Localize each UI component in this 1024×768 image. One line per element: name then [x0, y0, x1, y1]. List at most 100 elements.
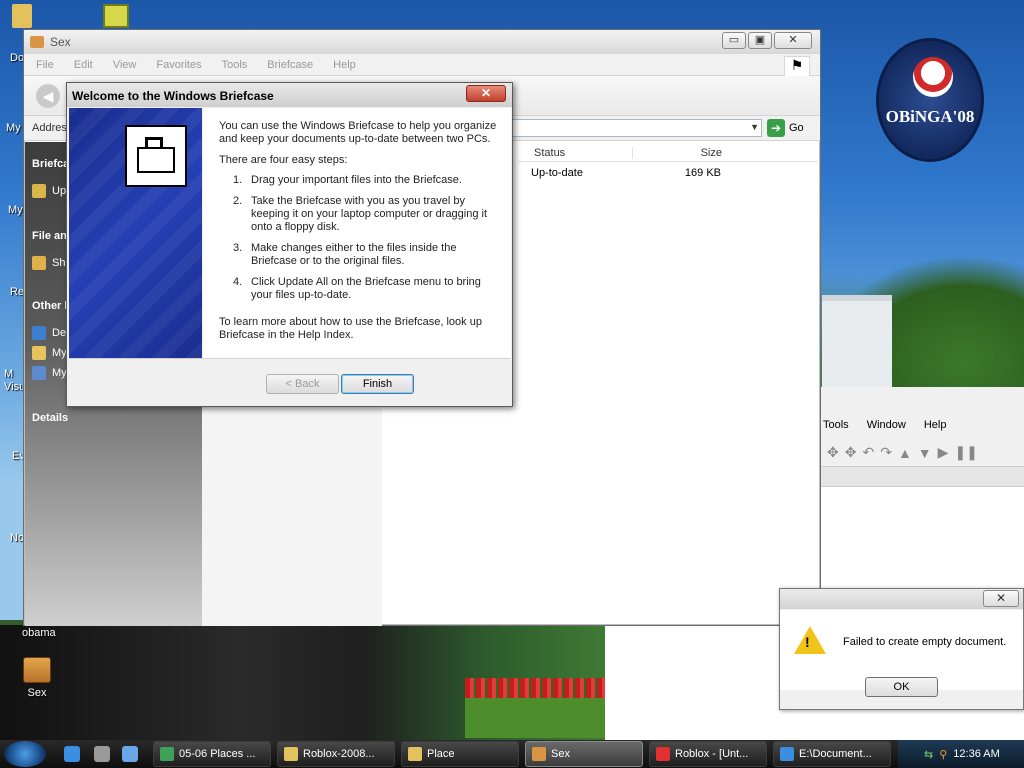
taskbar-button-label: E:\Document... [799, 748, 872, 760]
message-titlebar[interactable]: ✕ [780, 589, 1023, 609]
logo-emblem [913, 57, 953, 97]
taskbar-button-label: 05-06 Places ... [179, 748, 256, 760]
pause-icon[interactable]: ❚❚ [954, 444, 977, 461]
message-text: Failed to create empty document. [843, 636, 1007, 648]
go-label: Go [789, 122, 804, 134]
file-status: Up-to-date [531, 167, 583, 179]
back-button[interactable]: < Back [266, 374, 339, 394]
move-icon[interactable]: ✥ [827, 444, 839, 461]
briefcase-handle [145, 137, 163, 147]
taskpane-item-mycomputer[interactable]: My [32, 366, 67, 380]
play-icon[interactable]: ▶ [938, 444, 949, 461]
taskpane-item-desktop[interactable]: De [32, 326, 66, 340]
taskbar-button-roblox-folder[interactable]: Roblox-2008... [277, 741, 395, 767]
down-icon[interactable]: ▼ [918, 445, 932, 461]
finish-button[interactable]: Finish [341, 374, 414, 394]
column-size[interactable]: Size [633, 147, 728, 159]
desktop-label-my-1[interactable]: My [6, 122, 21, 134]
menu-window[interactable]: Window [867, 419, 906, 431]
explorer-titlebar[interactable]: Sex ▭ ▣ ✕ [24, 30, 820, 54]
address-input[interactable]: ▼ [509, 119, 762, 137]
taskbar-button-roblox-studio[interactable]: Roblox - [Unt... [649, 741, 767, 767]
system-tray: ⇆ ⚲ 12:36 AM [898, 740, 1024, 768]
desktop-label-no[interactable]: No [10, 532, 24, 544]
desktop-label-re[interactable]: Re [10, 286, 24, 298]
taskpane-section-file[interactable]: File an [32, 230, 67, 242]
desktop-icon-app[interactable] [100, 4, 132, 32]
start-button[interactable] [4, 741, 46, 767]
column-status[interactable]: Status [518, 146, 633, 159]
caption-buttons: ▭ ▣ ✕ [722, 32, 812, 49]
ie-icon[interactable] [64, 746, 80, 762]
menu-help[interactable]: Help [333, 59, 356, 71]
network-icon[interactable]: ⇆ [924, 748, 933, 761]
rotate-right-icon[interactable]: ↷ [880, 444, 892, 461]
menu-help[interactable]: Help [924, 419, 947, 431]
taskbar-button-place[interactable]: Place [401, 741, 519, 767]
roblox-window[interactable]: Tools Window Help ✥ ✥ ↶ ↷ ▲ ▼ ▶ ❚❚ [820, 387, 1024, 597]
roblox-titlebar[interactable] [821, 387, 1024, 411]
window-switch-icon[interactable] [122, 746, 138, 762]
roblox-icon [656, 747, 670, 761]
campaign-logo: OBiNGA'08 [876, 38, 984, 162]
taskpane-item-label: Sh [52, 257, 66, 269]
menu-favorites[interactable]: Favorites [156, 59, 201, 71]
taskpane-item-mydocs[interactable]: My [32, 346, 67, 360]
scale-icon[interactable]: ✥ [845, 444, 857, 461]
taskpane-item-share[interactable]: Sh [32, 256, 65, 270]
tools-icon[interactable] [94, 746, 110, 762]
up-icon[interactable]: ▲ [898, 445, 912, 461]
menu-view[interactable]: View [113, 59, 137, 71]
step-text: Make changes either to the files inside … [251, 242, 457, 267]
taskbar-button-documents[interactable]: E:\Document... [773, 741, 891, 767]
wizard-banner [69, 108, 202, 358]
message-close-button[interactable]: ✕ [983, 590, 1019, 607]
minimize-button[interactable]: ▭ [722, 32, 746, 49]
briefcase-icon [23, 657, 51, 683]
desktop-icon-folder[interactable] [2, 4, 42, 32]
file-list-header: Status Size [518, 144, 818, 162]
menu-edit[interactable]: Edit [74, 59, 93, 71]
briefcase-wizard-dialog[interactable]: Welcome to the Windows Briefcase ✕ You c… [66, 82, 513, 407]
step-number: 3. [233, 242, 243, 254]
search-icon[interactable]: ⚲ [939, 748, 947, 761]
desktop-label-do[interactable]: Do [10, 52, 24, 64]
dropdown-arrow-icon[interactable]: ▼ [750, 122, 759, 132]
step-number: 1. [233, 174, 243, 186]
rotate-left-icon[interactable]: ↶ [862, 444, 874, 461]
taskpane-section-details[interactable]: Details [32, 412, 68, 424]
menu-tools[interactable]: Tools [222, 59, 248, 71]
taskpane-item-label: My [52, 367, 67, 379]
globe-icon [160, 747, 174, 761]
taskpane-item-label: De [52, 327, 67, 339]
wizard-intro: You can use the Windows Briefcase to hel… [219, 120, 497, 145]
wizard-step: 4. Click Update All on the Briefcase men… [219, 276, 511, 302]
go-button[interactable]: ➔ Go [767, 119, 804, 137]
explorer-title: Sex [50, 35, 71, 49]
menu-tools[interactable]: Tools [823, 419, 849, 431]
taskbar-button-label: Roblox-2008... [303, 748, 375, 760]
desktop-label-obama[interactable]: obama [22, 627, 56, 639]
desktop-icon-sex-briefcase[interactable]: Sex [2, 657, 72, 699]
taskbar-button-sex[interactable]: Sex [525, 741, 643, 767]
explorer-menubar: File Edit View Favorites Tools Briefcase… [24, 54, 820, 76]
dialog-close-button[interactable]: ✕ [466, 85, 506, 102]
menu-briefcase[interactable]: Briefcase [267, 59, 313, 71]
file-row[interactable]: Up-to-date 169 KB [518, 164, 818, 182]
taskpane-section-other[interactable]: Other l [32, 300, 67, 312]
back-button[interactable]: ◀ [36, 84, 60, 108]
maximize-button[interactable]: ▣ [748, 32, 772, 49]
desktop-label-my-2[interactable]: My [8, 204, 23, 216]
taskbar-button-places[interactable]: 05-06 Places ... [153, 741, 271, 767]
taskpane-item-update[interactable]: Up [32, 184, 66, 198]
clock[interactable]: 12:36 AM [953, 748, 999, 760]
wizard-content: You can use the Windows Briefcase to hel… [203, 108, 511, 358]
background-flowers [465, 678, 605, 698]
wizard-step: 1. Drag your important files into the Br… [219, 174, 511, 187]
dialog-titlebar[interactable]: Welcome to the Windows Briefcase ✕ [67, 83, 512, 107]
error-message-box[interactable]: ✕ ! Failed to create empty document. OK [779, 588, 1024, 710]
menu-file[interactable]: File [36, 59, 54, 71]
close-button[interactable]: ✕ [774, 32, 812, 49]
step-number: 4. [233, 276, 243, 288]
ok-button[interactable]: OK [865, 677, 938, 697]
